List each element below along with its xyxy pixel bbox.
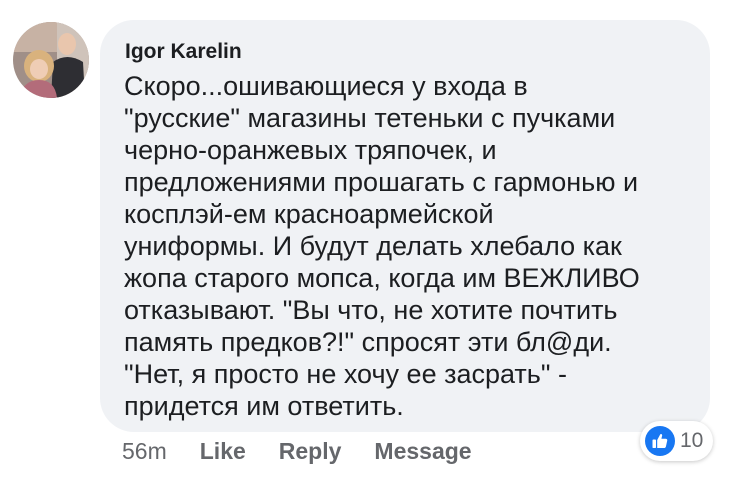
comment-text: Скоро...ошивающиеся у входа в "русские" … — [124, 70, 690, 422]
thumbs-up-icon — [645, 426, 675, 456]
reaction-summary[interactable]: 10 — [640, 421, 714, 461]
avatar[interactable] — [13, 22, 89, 98]
comment-text-line: косплэй-ем красноармейской — [124, 199, 494, 229]
reply-button[interactable]: Reply — [279, 438, 342, 465]
comment-text-line: Скоро...ошивающиеся у входа в — [124, 71, 528, 101]
message-button[interactable]: Message — [374, 438, 471, 465]
comment-text-line: отказывают. "Вы что, не хотите почтить — [124, 295, 618, 325]
comment-text-line: униформы. И будут делать хлебало как — [124, 231, 622, 261]
comment-text-line: придется им ответить. — [124, 391, 404, 421]
reaction-count: 10 — [680, 429, 704, 452]
comment-text-line: черно-оранжевых тряпочек, и — [124, 135, 497, 165]
comment-text-line: "Нет, я просто не хочу ее засрать" - — [124, 359, 567, 389]
like-button[interactable]: Like — [200, 438, 246, 465]
comment-bubble: Igor Karelin Скоро...ошивающиеся у входа… — [100, 20, 710, 432]
comment-text-line: предложениями прошагать с гармонью и — [124, 167, 639, 197]
comment-actions: 56m Like Reply Message — [122, 434, 505, 468]
comment-text-line: память предков?!" спросят эти бл@ди. — [124, 327, 612, 357]
comment-text-line: "русские" магазины тетеньки с пучками — [124, 103, 616, 133]
comment-text-line: жопа старого мопса, когда им ВЕЖЛИВО — [124, 263, 640, 293]
comment-author[interactable]: Igor Karelin — [125, 38, 690, 66]
comment-timestamp[interactable]: 56m — [122, 438, 167, 465]
